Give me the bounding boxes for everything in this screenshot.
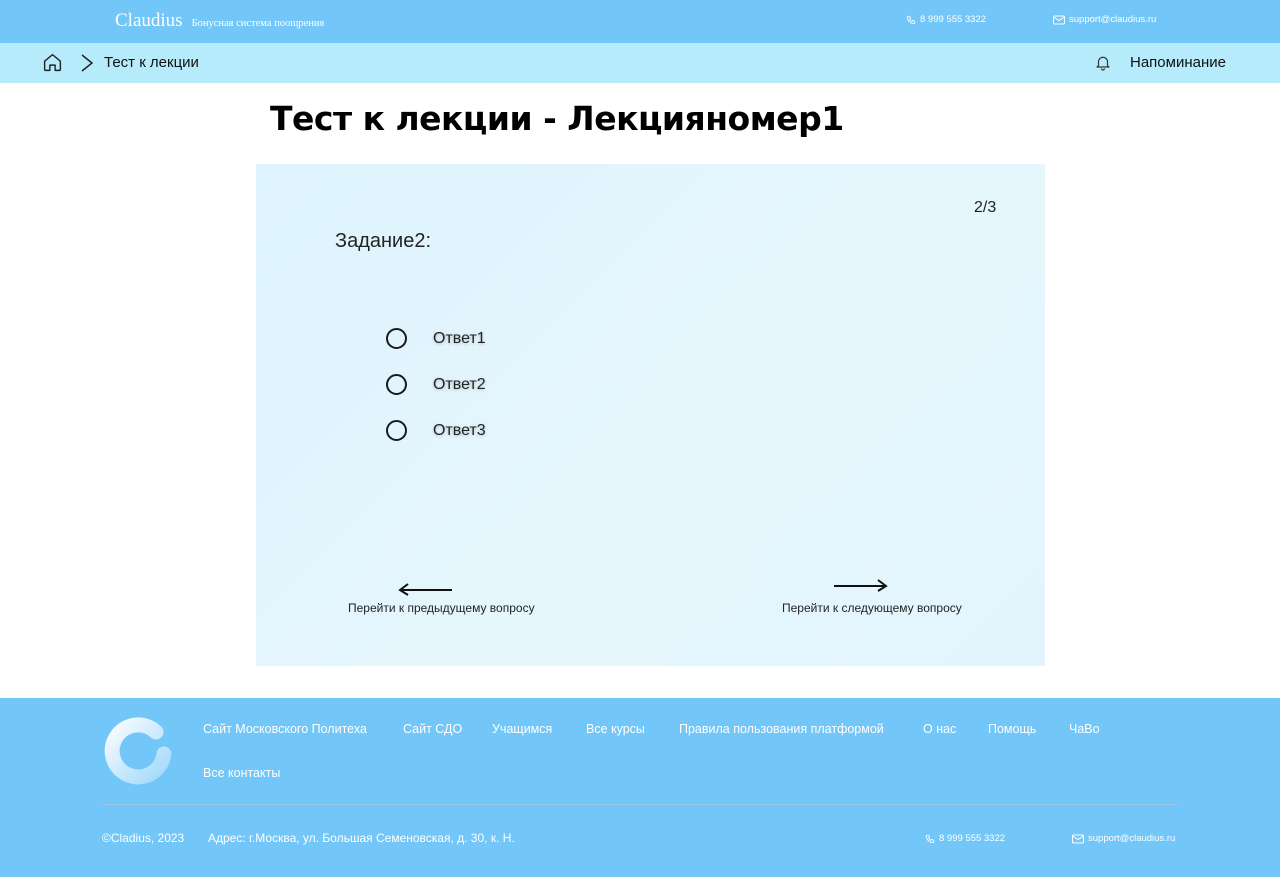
- answer-label: Ответ2: [433, 375, 486, 393]
- footer-phone-text: 8 999 555 3322: [939, 833, 1006, 844]
- header-email[interactable]: support@claudius.ru: [1053, 14, 1156, 25]
- footer-link-polytech[interactable]: Сайт Московского Политеха: [203, 722, 367, 736]
- footer-link-faq[interactable]: ЧаВо: [1069, 722, 1100, 736]
- footer-link-help[interactable]: Помощь: [988, 722, 1036, 736]
- footer-phone[interactable]: 8 999 555 3322: [925, 833, 1005, 844]
- logo-ring-icon: [104, 717, 172, 785]
- answer-label: Ответ1: [433, 329, 486, 347]
- brand-tagline: Бонусная система поощрения: [191, 18, 325, 29]
- brand[interactable]: Claudius Бонусная система поощрения: [115, 10, 324, 32]
- footer-link-rules[interactable]: Правила пользования платформой: [679, 722, 884, 736]
- footer-link-contacts[interactable]: Все контакты: [203, 766, 280, 780]
- phone-icon: [925, 834, 935, 843]
- top-bar: Claudius Бонусная система поощрения 8 99…: [0, 0, 1280, 43]
- phone-icon: [906, 15, 916, 24]
- arrow-left-icon: [398, 583, 452, 596]
- copyright: ©Cladius, 2023: [102, 831, 185, 845]
- next-question-label: Перейти к следующему вопросу: [782, 601, 962, 615]
- previous-question-button[interactable]: Перейти к предыдущему вопросу: [346, 580, 576, 620]
- footer-link-sdo[interactable]: Сайт СДО: [403, 722, 462, 736]
- header-phone-text: 8 999 555 3322: [920, 14, 987, 25]
- task-title: Задание2:: [335, 230, 432, 252]
- radio-icon[interactable]: [386, 420, 407, 441]
- previous-question-label: Перейти к предыдущему вопросу: [348, 601, 535, 615]
- next-question-button[interactable]: Перейти к следующему вопросу: [780, 576, 1000, 620]
- breadcrumb: Тест к лекции Напоминание: [0, 43, 1280, 83]
- mail-icon: [1072, 834, 1084, 843]
- footer-link-about[interactable]: О нас: [923, 722, 956, 736]
- answer-option-2[interactable]: Ответ2: [386, 374, 486, 395]
- footer: Сайт Московского Политеха Сайт СДО Учащи…: [0, 698, 1280, 877]
- answer-label: Ответ3: [433, 421, 486, 439]
- footer-email[interactable]: support@claudius.ru: [1072, 833, 1175, 844]
- page-title: Тест к лекции - Лекцияномер1: [270, 99, 844, 138]
- header-phone[interactable]: 8 999 555 3322: [906, 14, 986, 25]
- footer-link-students[interactable]: Учащимся: [492, 722, 552, 736]
- bell-icon[interactable]: [1094, 53, 1112, 72]
- chevron-right-icon: [81, 54, 94, 72]
- footer-email-text: support@claudius.ru: [1088, 833, 1176, 844]
- arrow-right-icon: [834, 579, 888, 592]
- breadcrumb-current: Тест к лекции: [104, 54, 199, 71]
- question-card: 2/3 Задание2: Ответ1 Ответ2 Ответ3 Перей…: [256, 164, 1045, 666]
- radio-icon[interactable]: [386, 374, 407, 395]
- address: Адрес: г.Москва, ул. Большая Семеновская…: [208, 831, 515, 845]
- question-counter: 2/3: [974, 199, 997, 216]
- mail-icon: [1053, 15, 1065, 24]
- footer-divider: [102, 804, 1178, 805]
- footer-link-courses[interactable]: Все курсы: [586, 722, 645, 736]
- answer-option-1[interactable]: Ответ1: [386, 328, 486, 349]
- brand-name: Claudius: [115, 10, 183, 31]
- answer-option-3[interactable]: Ответ3: [386, 420, 486, 441]
- header-email-text: support@claudius.ru: [1069, 14, 1157, 25]
- radio-icon[interactable]: [386, 328, 407, 349]
- reminder-link[interactable]: Напоминание: [1130, 54, 1226, 71]
- home-icon[interactable]: [42, 52, 63, 73]
